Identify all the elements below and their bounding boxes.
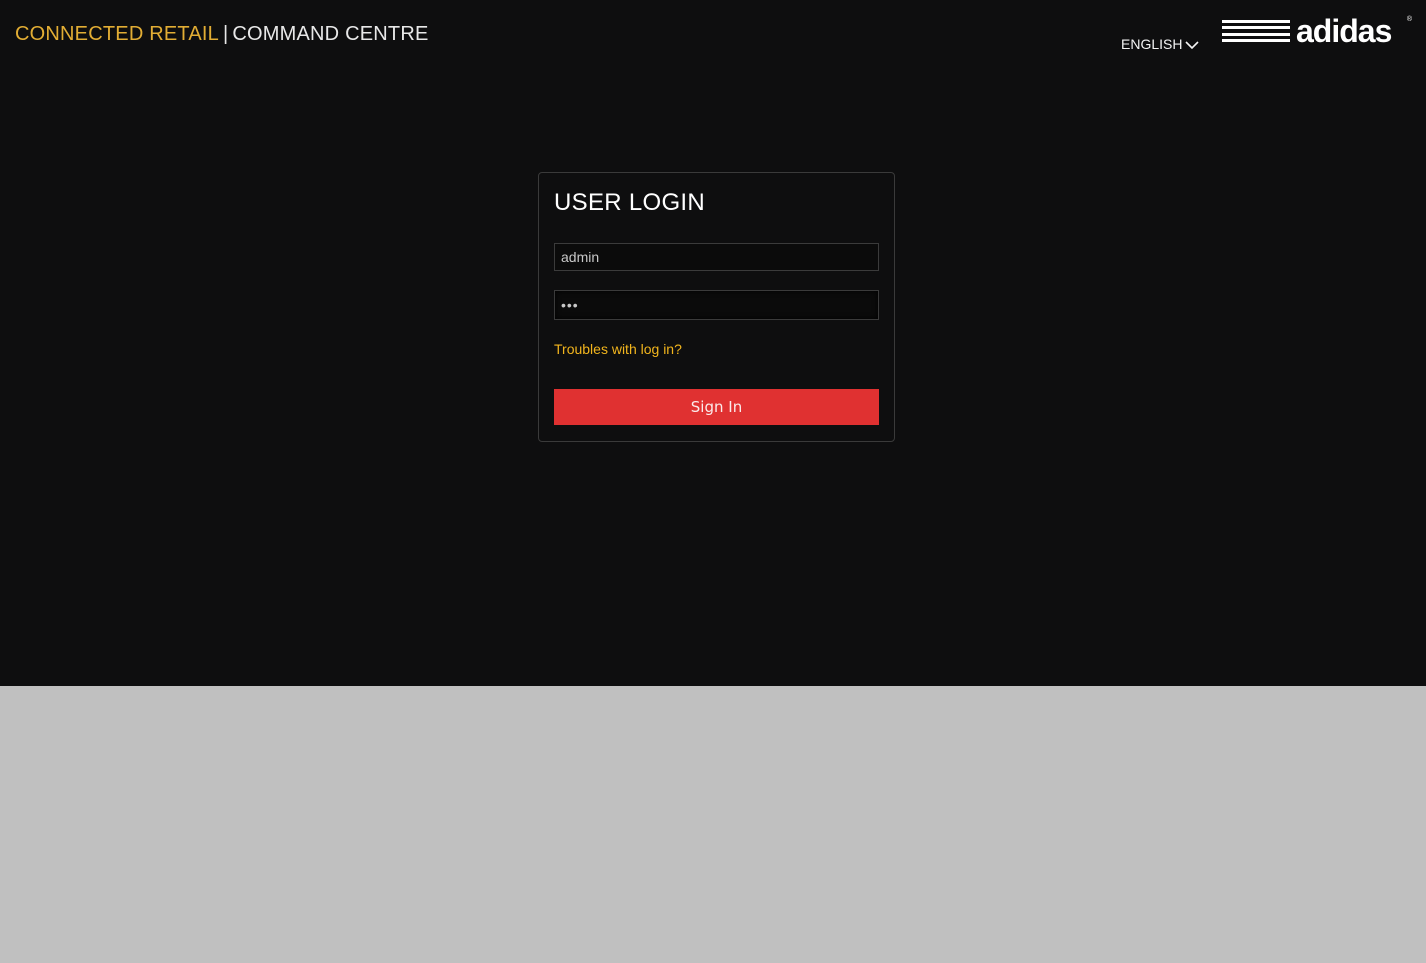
logo-registered-mark: ®	[1406, 16, 1412, 23]
app-title: CONNECTED RETAIL | COMMAND CENTRE	[15, 23, 429, 46]
app-title-rest: COMMAND CENTRE	[232, 23, 429, 45]
sign-in-button[interactable]: Sign In	[554, 389, 879, 425]
logo-stripes-icon	[1222, 20, 1290, 42]
login-title: USER LOGIN	[554, 189, 706, 216]
login-panel: USER LOGIN Troubles with log in? Sign In	[538, 172, 895, 442]
trouble-login-link[interactable]: Troubles with log in?	[554, 341, 682, 357]
language-label: ENGLISH	[1121, 36, 1183, 52]
chevron-down-icon	[1185, 40, 1200, 49]
app-title-separator: |	[222, 23, 229, 45]
adidas-logo: adidas ®	[1222, 13, 1412, 49]
page-footer-area	[0, 686, 1426, 963]
page-background: CONNECTED RETAIL | COMMAND CENTRE ENGLISH …	[0, 0, 1426, 686]
app-title-accent: CONNECTED RETAIL	[15, 23, 219, 45]
logo-wordmark: adidas	[1296, 13, 1392, 49]
language-selector[interactable]: ENGLISH	[1121, 36, 1200, 52]
password-input[interactable]	[554, 290, 879, 320]
username-input[interactable]	[554, 243, 879, 271]
